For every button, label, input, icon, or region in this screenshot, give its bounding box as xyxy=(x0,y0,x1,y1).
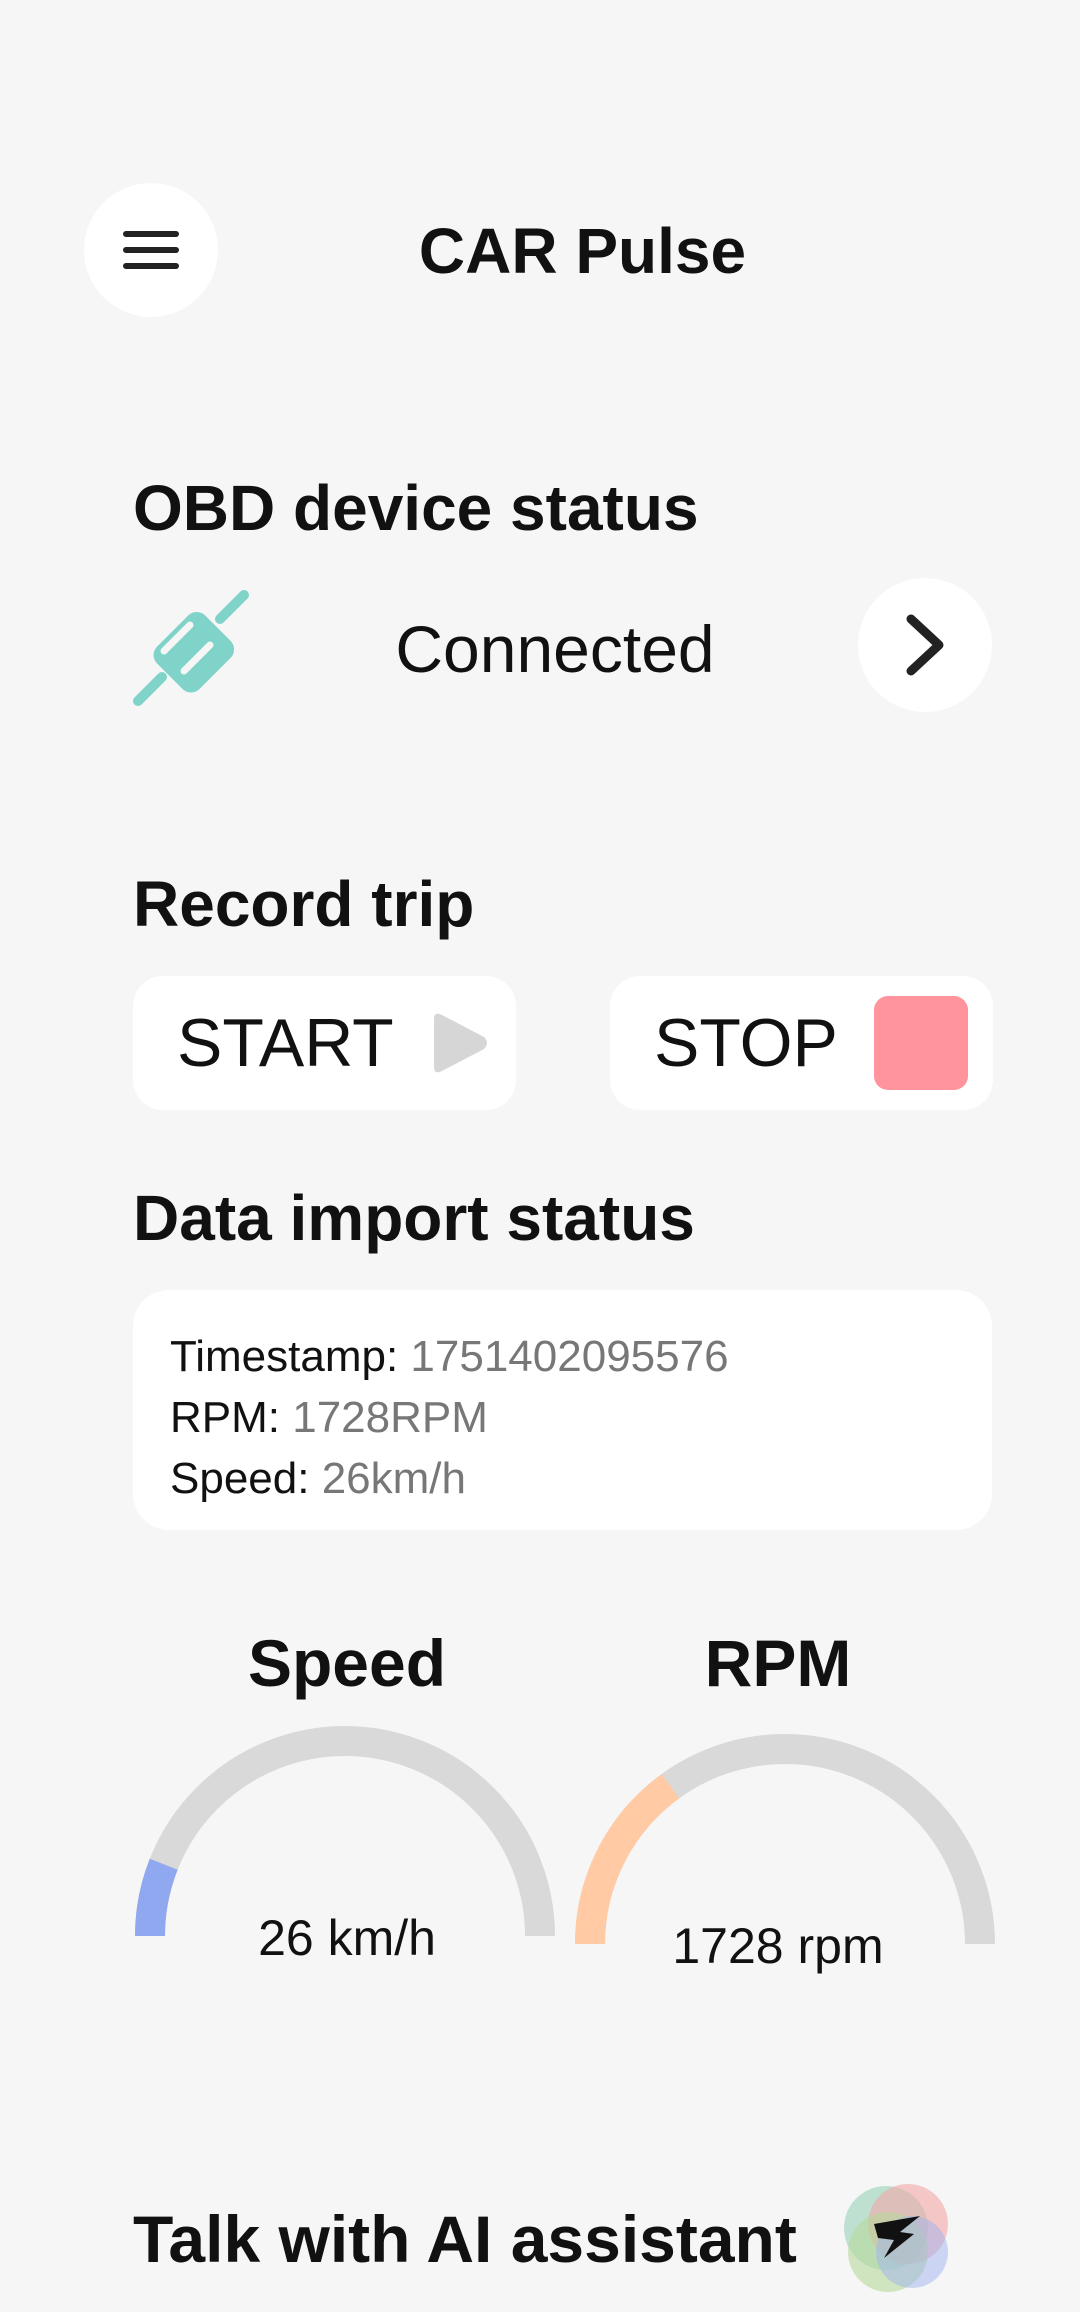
timestamp-row: Timestamp: 1751402095576 xyxy=(170,1326,992,1387)
plug-icon xyxy=(128,585,254,711)
speed-gauge-title: Speed xyxy=(247,1626,447,1700)
obd-section-title: OBD device status xyxy=(133,472,699,544)
obd-connection-status: Connected xyxy=(395,612,715,686)
chevron-right-icon xyxy=(906,614,944,676)
import-status-card: Timestamp: 1751402095576 RPM: 1728RPM Sp… xyxy=(133,1290,992,1530)
speed-gauge-fill xyxy=(135,1858,178,1937)
timestamp-value: 1751402095576 xyxy=(410,1332,729,1381)
timestamp-label: Timestamp: xyxy=(170,1332,411,1381)
speed-gauge-track xyxy=(135,1726,555,1937)
speed-gauge-value: 26 km/h xyxy=(258,1910,436,1966)
ai-assistant-title: Talk with AI assistant xyxy=(133,2202,797,2276)
rpm-value: 1728RPM xyxy=(292,1393,488,1442)
rpm-gauge-track xyxy=(575,1734,995,1945)
start-label: START xyxy=(177,1005,394,1081)
trip-section-title: Record trip xyxy=(133,868,475,940)
rpm-row: RPM: 1728RPM xyxy=(170,1387,992,1448)
ai-assistant-orb-icon[interactable] xyxy=(828,2170,962,2304)
rpm-label: RPM: xyxy=(170,1393,293,1442)
play-icon xyxy=(433,1013,487,1073)
stop-icon xyxy=(873,996,968,1090)
stop-trip-button[interactable]: STOP xyxy=(610,976,993,1110)
speed-value: 26km/h xyxy=(321,1454,466,1503)
speed-label: Speed: xyxy=(170,1454,322,1503)
app-title: CAR Pulse xyxy=(418,215,747,287)
stop-label: STOP xyxy=(654,1005,838,1081)
obd-details-button[interactable] xyxy=(858,578,992,712)
start-trip-button[interactable]: START xyxy=(133,976,516,1110)
speed-row: Speed: 26km/h xyxy=(170,1448,992,1509)
rpm-gauge-title: RPM xyxy=(704,1626,852,1700)
rpm-gauge-value: 1728 rpm xyxy=(672,1918,884,1974)
import-section-title: Data import status xyxy=(133,1182,695,1254)
